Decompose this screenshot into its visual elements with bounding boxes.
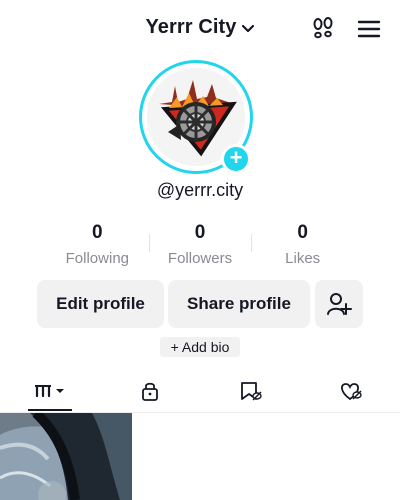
following-stat[interactable]: 0 Following bbox=[46, 222, 149, 270]
share-profile-button[interactable]: Share profile bbox=[168, 280, 310, 328]
hamburger-menu-icon[interactable] bbox=[356, 16, 382, 42]
account-switcher[interactable]: Yerrr City bbox=[0, 16, 400, 39]
likes-label: Likes bbox=[285, 250, 321, 267]
following-count: 0 bbox=[92, 222, 103, 243]
add-user-icon bbox=[327, 293, 352, 315]
followers-count: 0 bbox=[194, 222, 206, 243]
video-thumbnail-image bbox=[0, 413, 132, 500]
likes-count: 0 bbox=[297, 222, 308, 243]
followers-label: Followers bbox=[167, 250, 233, 267]
following-label: Following bbox=[65, 250, 130, 267]
profile-content-tabs bbox=[0, 370, 400, 413]
likes-stat[interactable]: 0 Likes bbox=[251, 222, 354, 270]
profile-stats: 0 Following 0 Followers 0 Likes bbox=[46, 222, 354, 270]
tab-liked[interactable] bbox=[300, 370, 400, 412]
username-handle: @yerrr.city bbox=[156, 180, 244, 200]
chevron-down-icon bbox=[241, 24, 254, 33]
profile-title: Yerrr City bbox=[145, 16, 237, 38]
add-friend-button[interactable] bbox=[315, 280, 363, 328]
liked-hidden-icon bbox=[341, 383, 362, 401]
footsteps-icon[interactable] bbox=[310, 16, 336, 42]
tab-private[interactable] bbox=[100, 370, 200, 412]
followers-stat[interactable]: 0 Followers bbox=[148, 222, 252, 270]
videos-grid-icon bbox=[35, 384, 64, 398]
video-thumbnail[interactable] bbox=[0, 413, 132, 500]
tab-saved[interactable] bbox=[200, 370, 300, 412]
bookmark-hidden-icon bbox=[241, 382, 262, 401]
add-bio-button[interactable]: + Add bio bbox=[160, 337, 240, 357]
tab-videos[interactable] bbox=[0, 370, 100, 412]
lock-icon bbox=[142, 382, 158, 401]
profile-header: Yerrr City bbox=[0, 0, 400, 58]
edit-profile-button[interactable]: Edit profile bbox=[37, 280, 164, 328]
avatar-add-button[interactable]: + bbox=[221, 144, 251, 174]
profile-avatar[interactable]: + bbox=[139, 60, 259, 180]
active-tab-indicator bbox=[28, 409, 72, 411]
